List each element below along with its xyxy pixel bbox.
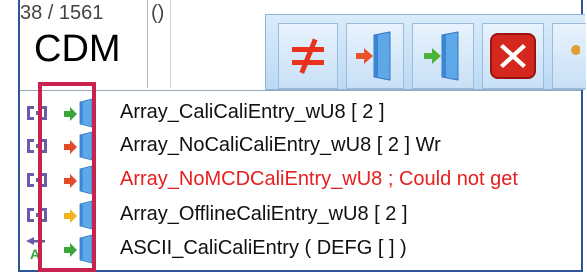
export-button[interactable] xyxy=(412,23,474,89)
list-item-label: Array_CaliCaliEntry_wU8 [ 2 ] xyxy=(120,100,385,123)
row-icons: A xyxy=(20,231,120,265)
export-door-icon xyxy=(424,31,459,81)
row-icons xyxy=(20,162,120,196)
list-item[interactable]: Array_CaliCaliEntry_wU8 [ 2 ] xyxy=(20,95,581,129)
record-counter: 38 / 1561 xyxy=(20,2,104,24)
list-item[interactable]: Array_OfflineCaliEntry_wU8 [ 2 ] xyxy=(20,197,581,231)
door-icon xyxy=(79,98,93,128)
row-icons xyxy=(20,95,120,129)
header-strip: 38 / 1561 () CDM xyxy=(20,0,586,90)
arrow-icon xyxy=(64,209,77,223)
list-item-label: ASCII_CaliCaliEntry ( DEFG [ ] ) xyxy=(120,236,407,259)
array-type-icon xyxy=(27,139,47,153)
door-icon xyxy=(79,234,93,264)
list-item-label: Array_OfflineCaliEntry_wU8 [ 2 ] xyxy=(120,202,408,225)
red-x-icon xyxy=(490,33,536,79)
array-type-icon xyxy=(27,173,47,187)
door-icon xyxy=(79,200,93,230)
row-icons xyxy=(20,197,120,231)
divider xyxy=(20,90,581,91)
import-door-icon xyxy=(356,31,391,81)
list-item[interactable]: Array_NoCaliCaliEntry_wU8 [ 2 ] Wr xyxy=(20,128,581,162)
arrow-icon xyxy=(64,174,77,188)
import-button[interactable] xyxy=(346,23,404,89)
page-title: CDM xyxy=(34,28,121,70)
divider xyxy=(170,0,171,88)
row-icons xyxy=(20,128,120,162)
list-item[interactable]: A ASCII_CaliCaliEntry ( DEFG [ ] ) xyxy=(20,231,581,265)
list-item[interactable]: Array_NoMCDCaliEntry_wU8 ; Could not get xyxy=(20,162,581,196)
door-icon xyxy=(79,165,93,195)
list-item-label: Array_NoMCDCaliEntry_wU8 ; Could not get xyxy=(120,167,518,190)
array-type-icon xyxy=(27,208,47,222)
main-panel: 38 / 1561 () CDM Array_CaliCaliEntry_wU8… xyxy=(18,0,586,272)
toolbar xyxy=(265,14,586,90)
arrow-icon xyxy=(64,243,77,257)
ascii-type-icon: A xyxy=(26,237,45,262)
arrow-icon xyxy=(64,107,77,121)
list-item-label: Array_NoCaliCaliEntry_wU8 [ 2 ] Wr xyxy=(120,133,441,156)
arrow-icon xyxy=(64,140,77,154)
filter-parens: () xyxy=(151,2,165,24)
delete-button[interactable] xyxy=(482,23,544,89)
array-type-icon xyxy=(27,106,47,120)
not-equal-button[interactable] xyxy=(278,23,338,89)
door-icon xyxy=(79,131,93,161)
partial-icon xyxy=(570,45,580,55)
more-button[interactable] xyxy=(552,23,586,89)
not-equal-icon xyxy=(292,38,324,74)
divider xyxy=(147,0,148,88)
svg-text:A: A xyxy=(30,246,40,262)
